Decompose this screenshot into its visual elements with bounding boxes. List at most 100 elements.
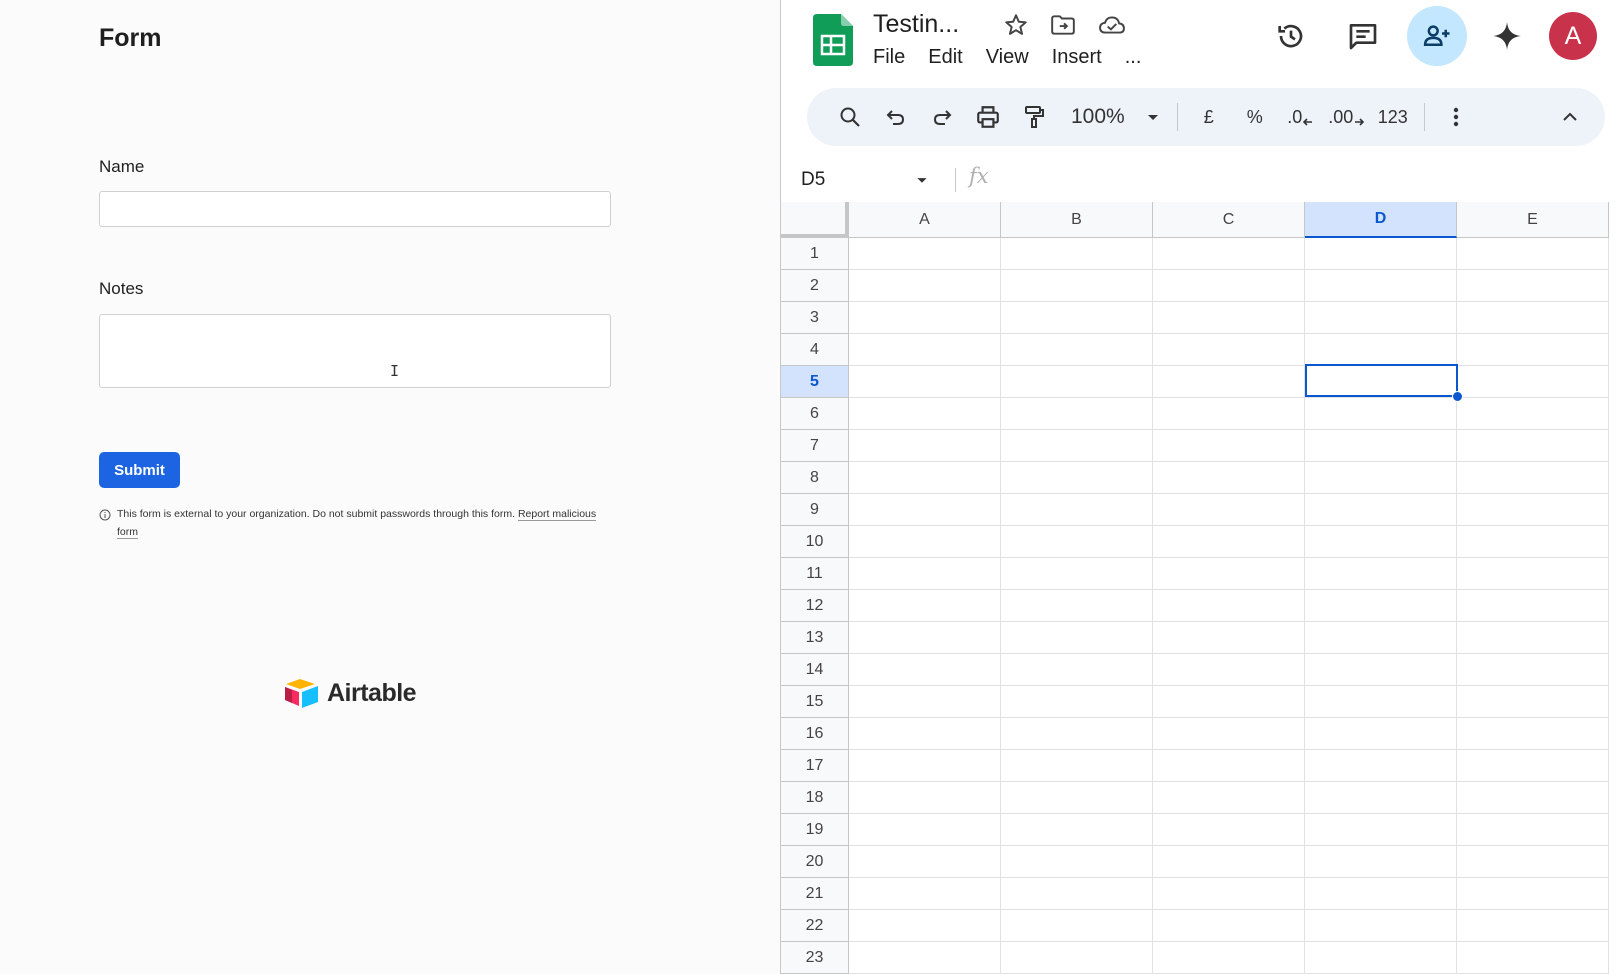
cell-a11[interactable] — [849, 558, 1001, 590]
cell-c4[interactable] — [1153, 334, 1305, 366]
cell-c15[interactable] — [1153, 686, 1305, 718]
cell-c13[interactable] — [1153, 622, 1305, 654]
cell-d17[interactable] — [1305, 750, 1457, 782]
cell-b1[interactable] — [1001, 238, 1153, 270]
cell-d19[interactable] — [1305, 814, 1457, 846]
increase-decimal-button[interactable]: .00 — [1324, 97, 1370, 137]
menu-edit[interactable]: Edit — [928, 46, 962, 69]
row-header-18[interactable]: 18 — [781, 782, 849, 814]
cell-d11[interactable] — [1305, 558, 1457, 590]
cell-a17[interactable] — [849, 750, 1001, 782]
cell-c8[interactable] — [1153, 462, 1305, 494]
cell-d2[interactable] — [1305, 270, 1457, 302]
cell-a18[interactable] — [849, 782, 1001, 814]
cell-d23[interactable] — [1305, 942, 1457, 974]
cell-c11[interactable] — [1153, 558, 1305, 590]
cell-c10[interactable] — [1153, 526, 1305, 558]
row-header-20[interactable]: 20 — [781, 846, 849, 878]
cell-e15[interactable] — [1457, 686, 1609, 718]
cell-d14[interactable] — [1305, 654, 1457, 686]
row-header-23[interactable]: 23 — [781, 942, 849, 974]
cell-d1[interactable] — [1305, 238, 1457, 270]
row-header-14[interactable]: 14 — [781, 654, 849, 686]
column-header-c[interactable]: C — [1153, 202, 1305, 238]
menu-view[interactable]: View — [986, 46, 1029, 69]
cell-d21[interactable] — [1305, 878, 1457, 910]
row-header-11[interactable]: 11 — [781, 558, 849, 590]
cell-c9[interactable] — [1153, 494, 1305, 526]
cell-a1[interactable] — [849, 238, 1001, 270]
cell-c7[interactable] — [1153, 430, 1305, 462]
cell-c22[interactable] — [1153, 910, 1305, 942]
cell-e4[interactable] — [1457, 334, 1609, 366]
undo-button[interactable] — [873, 97, 919, 137]
menu-insert[interactable]: Insert — [1052, 46, 1102, 69]
cell-b12[interactable] — [1001, 590, 1153, 622]
cell-e3[interactable] — [1457, 302, 1609, 334]
zoom-select[interactable]: 100% — [1067, 97, 1169, 137]
cell-e1[interactable] — [1457, 238, 1609, 270]
cell-b21[interactable] — [1001, 878, 1153, 910]
row-header-10[interactable]: 10 — [781, 526, 849, 558]
cell-b18[interactable] — [1001, 782, 1153, 814]
cell-c6[interactable] — [1153, 398, 1305, 430]
menu-more[interactable]: ... — [1125, 46, 1142, 69]
cell-b10[interactable] — [1001, 526, 1153, 558]
cell-d12[interactable] — [1305, 590, 1457, 622]
cell-c17[interactable] — [1153, 750, 1305, 782]
airtable-brand[interactable]: Airtable — [284, 678, 417, 708]
cell-e11[interactable] — [1457, 558, 1609, 590]
cell-b17[interactable] — [1001, 750, 1153, 782]
notes-textarea[interactable] — [99, 314, 611, 388]
cell-b20[interactable] — [1001, 846, 1153, 878]
cell-b14[interactable] — [1001, 654, 1153, 686]
name-box[interactable]: D5 — [801, 166, 941, 194]
cell-b23[interactable] — [1001, 942, 1153, 974]
cell-d16[interactable] — [1305, 718, 1457, 750]
cell-d13[interactable] — [1305, 622, 1457, 654]
cell-d18[interactable] — [1305, 782, 1457, 814]
cell-b6[interactable] — [1001, 398, 1153, 430]
row-header-5[interactable]: 5 — [781, 366, 849, 398]
column-header-b[interactable]: B — [1001, 202, 1153, 238]
share-button[interactable] — [1407, 6, 1467, 66]
cell-b8[interactable] — [1001, 462, 1153, 494]
cell-d5[interactable] — [1305, 366, 1457, 398]
cell-c5[interactable] — [1153, 366, 1305, 398]
column-header-e[interactable]: E — [1457, 202, 1609, 238]
cell-d20[interactable] — [1305, 846, 1457, 878]
cell-d15[interactable] — [1305, 686, 1457, 718]
document-title[interactable]: Testin... — [873, 10, 959, 39]
cell-b7[interactable] — [1001, 430, 1153, 462]
cell-a9[interactable] — [849, 494, 1001, 526]
cell-a6[interactable] — [849, 398, 1001, 430]
collapse-menus-button[interactable] — [1547, 97, 1593, 137]
submit-button[interactable]: Submit — [99, 452, 180, 488]
name-input[interactable] — [99, 191, 611, 227]
cell-a23[interactable] — [849, 942, 1001, 974]
cell-a21[interactable] — [849, 878, 1001, 910]
row-header-12[interactable]: 12 — [781, 590, 849, 622]
cell-c12[interactable] — [1153, 590, 1305, 622]
cell-d7[interactable] — [1305, 430, 1457, 462]
cell-c14[interactable] — [1153, 654, 1305, 686]
cell-a13[interactable] — [849, 622, 1001, 654]
cell-e6[interactable] — [1457, 398, 1609, 430]
paint-format-button[interactable] — [1011, 97, 1057, 137]
cell-b5[interactable] — [1001, 366, 1153, 398]
cell-b3[interactable] — [1001, 302, 1153, 334]
cell-d8[interactable] — [1305, 462, 1457, 494]
row-header-22[interactable]: 22 — [781, 910, 849, 942]
cell-b9[interactable] — [1001, 494, 1153, 526]
cell-c1[interactable] — [1153, 238, 1305, 270]
row-header-16[interactable]: 16 — [781, 718, 849, 750]
cell-a20[interactable] — [849, 846, 1001, 878]
cell-c2[interactable] — [1153, 270, 1305, 302]
number-format-button[interactable]: 123 — [1370, 97, 1416, 137]
cell-e2[interactable] — [1457, 270, 1609, 302]
cell-b16[interactable] — [1001, 718, 1153, 750]
row-header-17[interactable]: 17 — [781, 750, 849, 782]
cell-e13[interactable] — [1457, 622, 1609, 654]
row-header-8[interactable]: 8 — [781, 462, 849, 494]
cell-e18[interactable] — [1457, 782, 1609, 814]
